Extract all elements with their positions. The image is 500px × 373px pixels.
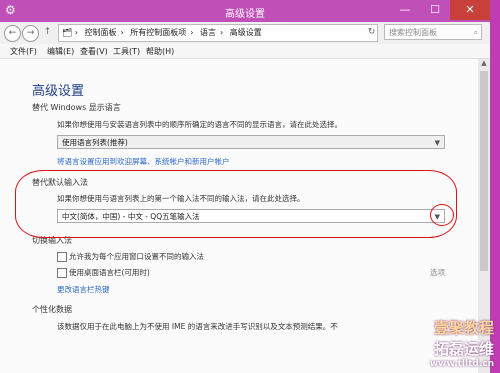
page-title: 高级设置 xyxy=(32,84,85,99)
scroll-up-icon[interactable]: ▲ xyxy=(478,59,490,69)
per-app-input-label: 允许我为每个应用窗口设置不同的输入法 xyxy=(69,252,204,261)
desktop-language-bar-label: 使用桌面语言栏(可用时) xyxy=(69,268,150,277)
advanced-settings-window: ⚙ 高级设置 — ☐ ✕ ← → ↑ 🗂 › 控制面板 › 所有控制面板项 › 语言… xyxy=(0,0,491,373)
address-bar: ← → ↑ 🗂 › 控制面板 › 所有控制面板项 › 语言 › 高级设置 ↻ 搜索控制… xyxy=(0,22,490,44)
watermark-line3: www.tlltd.cn xyxy=(429,359,494,369)
display-language-title: 替代 Windows 显示语言 xyxy=(32,103,121,112)
menu-bar: 文件(F) 编辑(E) 查看(V) 工具(T) 帮助(H) xyxy=(0,44,490,59)
dropdown-value: 使用语言列表(推荐) xyxy=(62,138,128,147)
watermark-line1: 壹聚教程 xyxy=(433,319,494,337)
options-link[interactable]: 选项 xyxy=(430,267,445,278)
menu-view[interactable]: 查看(V) xyxy=(80,46,108,57)
change-hotkeys-link[interactable]: 更改语言栏热键 xyxy=(57,284,110,295)
back-button[interactable]: ← xyxy=(4,25,21,42)
highlight-annotation xyxy=(15,170,457,238)
minimize-button[interactable]: — xyxy=(390,0,420,20)
personal-data-title: 个性化数据 xyxy=(32,305,72,314)
breadcrumb-item[interactable]: 语言 xyxy=(200,28,216,37)
breadcrumb[interactable]: 🗂 › 控制面板 › 所有控制面板项 › 语言 › 高级设置 xyxy=(58,24,378,42)
menu-help[interactable]: 帮助(H) xyxy=(146,46,174,57)
close-button[interactable]: ✕ xyxy=(450,0,490,20)
display-language-dropdown[interactable]: 使用语言列表(推荐) ▼ xyxy=(57,135,445,149)
site-watermark: 壹聚教程 拓磊运维 www.tlltd.cn xyxy=(430,317,494,369)
desktop-language-bar-checkbox[interactable] xyxy=(57,268,67,278)
dropdown-highlight-annotation xyxy=(430,204,454,226)
refresh-button[interactable]: ↻ xyxy=(364,25,379,40)
forward-button[interactable]: → xyxy=(22,25,39,42)
title-bar: ⚙ 高级设置 — ☐ ✕ xyxy=(0,0,490,22)
search-placeholder: 搜索控制面板 xyxy=(389,28,437,37)
personal-data-desc: 该数据仅用于在此电脑上为不使用 IME 的语言来改进手写识别以及文本预测结果。不 xyxy=(57,322,338,331)
search-icon: ⌕ xyxy=(473,28,478,37)
breadcrumb-item[interactable]: 所有控制面板项 xyxy=(130,28,186,37)
apply-language-settings-link[interactable]: 将语言设置应用到欢迎屏幕、系统帐户和新用户帐户 xyxy=(57,156,230,167)
breadcrumb-item[interactable]: 控制面板 xyxy=(84,28,116,37)
menu-file[interactable]: 文件(F) xyxy=(10,46,37,57)
up-button[interactable]: ↑ xyxy=(40,25,55,40)
scroll-thumb[interactable] xyxy=(480,71,488,271)
menu-tools[interactable]: 工具(T) xyxy=(113,46,140,57)
menu-edit[interactable]: 编辑(E) xyxy=(47,46,74,57)
per-app-input-checkbox[interactable] xyxy=(57,252,67,262)
search-input[interactable]: 搜索控制面板 ⌕ xyxy=(384,24,482,40)
folder-icon: 🗂 › xyxy=(62,28,78,37)
display-language-desc: 如果你想使用与安装语言列表中的顺序所确定的语言不同的显示语言，请在此处选择。 xyxy=(57,120,342,129)
breadcrumb-item[interactable]: 高级设置 xyxy=(230,28,262,37)
watermark-line2: 拓磊运维 xyxy=(433,340,494,358)
chevron-down-icon: ▼ xyxy=(434,139,440,147)
maximize-button[interactable]: ☐ xyxy=(420,0,450,20)
